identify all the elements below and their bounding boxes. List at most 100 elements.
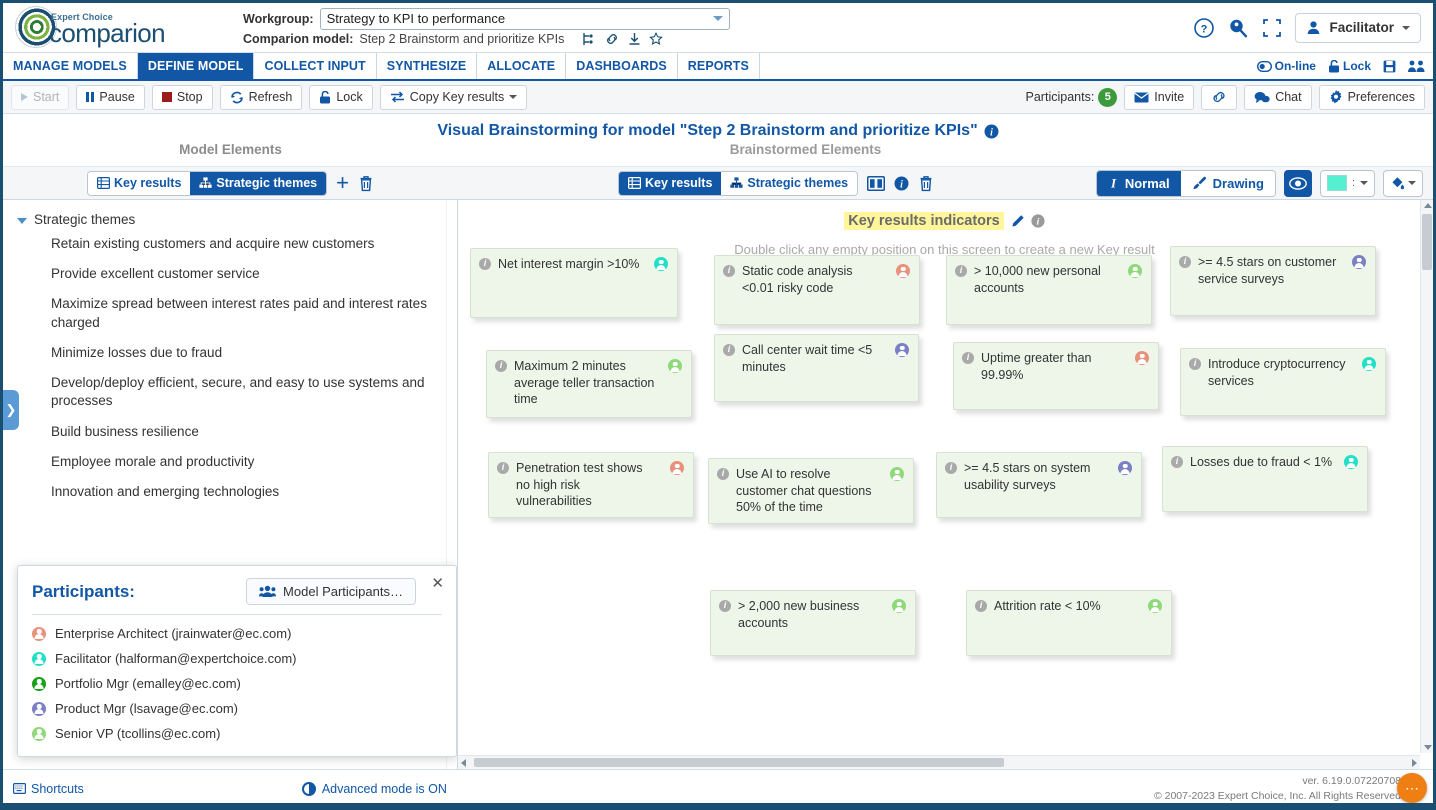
canvas-vertical-scrollbar[interactable] [1420, 200, 1433, 753]
invite-button[interactable]: Invite [1124, 84, 1195, 110]
canvas-surface[interactable]: Key results indicators i Double click an… [468, 200, 1421, 755]
info-icon[interactable]: i [984, 124, 999, 139]
nav-tab-allocate[interactable]: ALLOCATE [477, 53, 567, 79]
scroll-left-arrow-icon[interactable] [461, 759, 466, 767]
right-tab-key-results[interactable]: Key results [619, 171, 722, 195]
nav-tab-define-model[interactable]: DEFINE MODEL [137, 53, 255, 79]
tree-item[interactable]: Build business resilience [3, 417, 457, 447]
right-tab-strategic-themes[interactable]: Strategic themes [721, 171, 858, 195]
vertical-scroll-thumb[interactable] [1422, 214, 1432, 270]
tree-root-node[interactable]: Strategic themes [3, 210, 457, 229]
fullscreen-icon[interactable] [1261, 17, 1283, 39]
info-icon[interactable]: i [717, 468, 729, 480]
info-icon[interactable]: i [1031, 214, 1045, 228]
nav-tab-collect-input[interactable]: COLLECT INPUT [254, 53, 377, 79]
collapse-pane-handle[interactable]: ❯ [3, 390, 19, 430]
online-toggle[interactable]: On-line [1256, 59, 1316, 73]
support-chat-button[interactable]: ⋯ [1397, 773, 1427, 803]
info-icon[interactable]: i [479, 258, 491, 270]
canvas-horizontal-scrollbar[interactable] [458, 755, 1420, 769]
tree-item[interactable]: Develop/deploy efficient, secure, and ea… [3, 368, 457, 416]
lock-button[interactable]: Lock [309, 84, 373, 110]
advanced-mode-toggle[interactable]: Advanced mode is ON [301, 781, 447, 796]
participant-row[interactable]: Senior VP (tcollins@ec.com) [32, 721, 442, 746]
info-icon[interactable]: i [1171, 456, 1183, 468]
refresh-button[interactable]: Refresh [219, 84, 303, 110]
left-tab-key-results[interactable]: Key results [88, 171, 191, 195]
participant-row[interactable]: Portfolio Mgr (emalley@ec.com) [32, 671, 442, 696]
key-result-card[interactable]: i Use AI to resolve customer chat questi… [708, 458, 914, 524]
nav-tab-manage-models[interactable]: MANAGE MODELS [3, 53, 138, 79]
fill-tool-button[interactable] [1383, 169, 1423, 197]
link-button[interactable] [1201, 84, 1238, 110]
nav-tab-synthesize[interactable]: SYNTHESIZE [376, 53, 478, 79]
add-element-icon[interactable]: + [336, 172, 349, 194]
key-result-card[interactable]: i Losses due to fraud < 1% [1162, 446, 1368, 512]
copy-key-results-button[interactable]: Copy Key results [379, 84, 528, 110]
info-icon[interactable]: i [495, 360, 507, 372]
scroll-down-arrow-icon[interactable] [1424, 745, 1432, 750]
left-tab-strategic-themes[interactable]: Strategic themes [190, 171, 327, 195]
tree-item[interactable]: Innovation and emerging technologies [3, 477, 457, 507]
tree-item[interactable]: Minimize losses due to fraud [3, 338, 457, 368]
tree-item[interactable]: Retain existing customers and acquire ne… [3, 229, 457, 259]
workgroup-select[interactable]: Strategy to KPI to performance [319, 7, 730, 30]
search-icon[interactable] [1227, 17, 1249, 39]
info-icon[interactable]: i [723, 265, 735, 277]
key-result-card[interactable]: i > 2,000 new business accounts [710, 590, 916, 656]
key-result-card[interactable]: i Penetration test shows no high risk vu… [488, 452, 694, 518]
chat-button[interactable]: Chat [1244, 84, 1312, 110]
key-result-card[interactable]: i > 10,000 new personal accounts [946, 255, 1152, 325]
horizontal-scroll-thumb[interactable] [474, 758, 1004, 767]
scroll-right-arrow-icon[interactable] [1412, 759, 1417, 767]
delete-element-icon[interactable] [358, 175, 374, 192]
link-icon[interactable] [605, 32, 620, 46]
info-icon[interactable]: i [975, 600, 987, 612]
nav-tab-dashboards[interactable]: DASHBOARDS [566, 53, 678, 79]
info-icon[interactable]: i [723, 344, 735, 356]
key-result-card[interactable]: i >= 4.5 stars on customer service surve… [1170, 246, 1376, 316]
branch-icon[interactable] [582, 32, 597, 46]
help-icon[interactable]: ? [1193, 17, 1215, 39]
split-view-icon[interactable] [867, 175, 886, 191]
info-icon[interactable]: i [945, 462, 957, 474]
key-result-card[interactable]: i Static code analysis <0.01 risky code [714, 255, 920, 325]
info-icon[interactable]: i [1179, 256, 1191, 268]
key-result-card[interactable]: i Maximum 2 minutes average teller trans… [486, 350, 692, 418]
key-result-card[interactable]: i Net interest margin >10% [470, 248, 678, 318]
close-icon[interactable]: ✕ [431, 574, 444, 592]
tree-item[interactable]: Employee morale and productivity [3, 447, 457, 477]
key-result-card[interactable]: i Introduce cryptocurrency services [1180, 348, 1386, 416]
delete-element-icon[interactable] [918, 175, 934, 192]
edit-pencil-icon[interactable] [1010, 214, 1025, 229]
participant-row[interactable]: Enterprise Architect (jrainwater@ec.com) [32, 621, 442, 646]
info-icon[interactable]: i [497, 462, 509, 474]
compare-people-icon[interactable] [1408, 60, 1425, 73]
key-result-card[interactable]: i Call center wait time <5 minutes [714, 334, 919, 402]
model-participants-button[interactable]: Model Participants… [246, 578, 416, 605]
mode-drawing-button[interactable]: Drawing [1180, 170, 1275, 196]
color-picker-button[interactable]: : [1319, 169, 1375, 197]
info-icon[interactable]: i [719, 600, 731, 612]
lock-toggle[interactable]: Lock [1328, 59, 1371, 73]
logo[interactable]: Expert Choice comparion [3, 6, 203, 49]
info-icon[interactable]: i [955, 265, 967, 277]
start-button[interactable]: Start [11, 84, 70, 110]
participant-row[interactable]: Facilitator (halforman@expertchoice.com) [32, 646, 442, 671]
download-icon[interactable] [628, 32, 641, 46]
mode-normal-button[interactable]: I Normal [1096, 170, 1181, 196]
info-icon[interactable]: i [894, 176, 909, 191]
info-icon[interactable]: i [1189, 358, 1201, 370]
info-icon[interactable]: i [962, 352, 974, 364]
participant-row[interactable]: Product Mgr (lsavage@ec.com) [32, 696, 442, 721]
user-menu[interactable]: Facilitator [1295, 12, 1421, 43]
preferences-button[interactable]: Preferences [1318, 84, 1425, 110]
favorite-star-icon[interactable] [649, 31, 664, 46]
visibility-button[interactable] [1283, 169, 1312, 197]
brainstorm-canvas[interactable]: Key results indicators i Double click an… [458, 200, 1433, 769]
key-result-card[interactable]: i Uptime greater than 99.99% [953, 342, 1159, 410]
tree-item[interactable]: Maximize spread between interest rates p… [3, 289, 457, 337]
save-icon[interactable] [1383, 60, 1396, 73]
pause-button[interactable]: Pause [76, 84, 145, 110]
stop-button[interactable]: Stop [151, 84, 213, 110]
